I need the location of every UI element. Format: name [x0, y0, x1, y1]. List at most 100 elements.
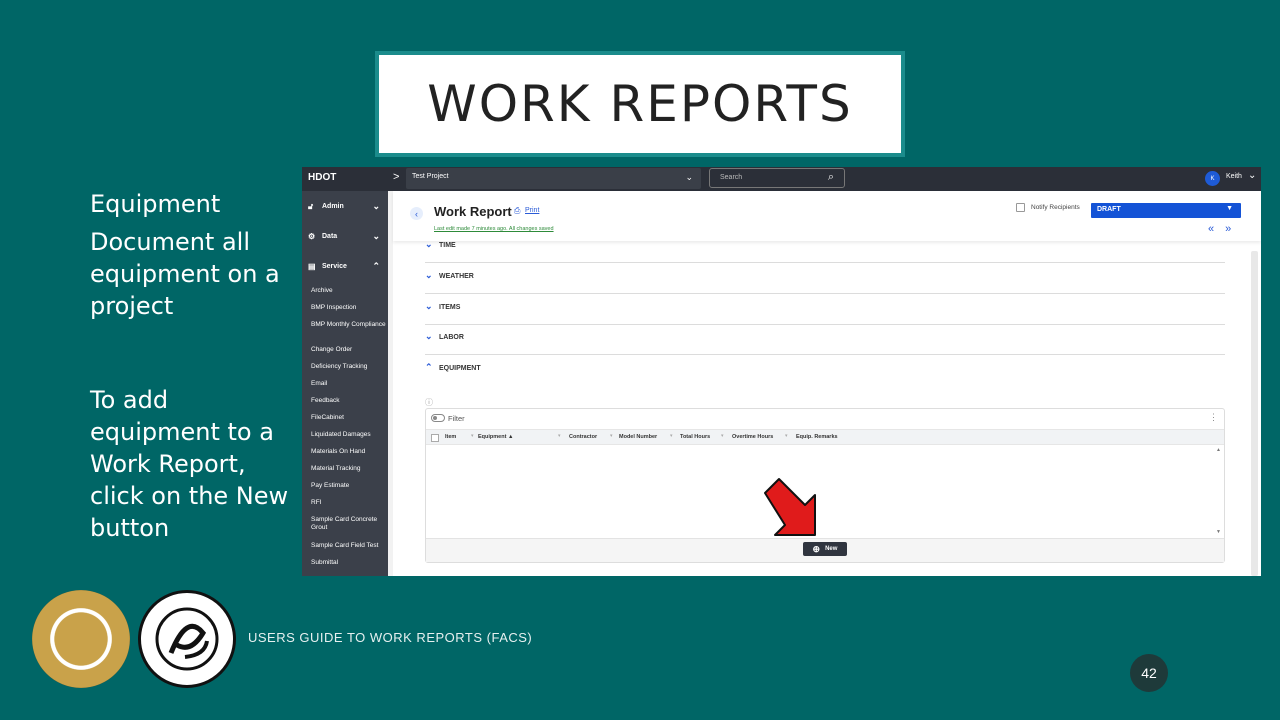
sidebar-item-bmp-inspection[interactable]: BMP Inspection — [311, 304, 386, 312]
section-label: ITEMS — [439, 304, 461, 311]
column-menu-icon[interactable]: ▾ — [785, 433, 788, 439]
scroll-down-icon[interactable]: ▼ — [1216, 529, 1221, 535]
search-icon[interactable]: ⌕ — [828, 171, 834, 184]
section-label: LABOR — [439, 334, 464, 341]
sidebar-section-admin[interactable]: 🔓︎ Admin ⌄ — [302, 193, 388, 223]
dot-seal-logo — [138, 590, 236, 688]
column-contractor[interactable]: Contractor — [569, 434, 597, 440]
sidebar-item-liquidated-damages[interactable]: Liquidated Damages — [311, 431, 386, 439]
scroll-up-icon[interactable]: ▲ — [1216, 447, 1221, 453]
grid-header: Item ▾ Equipment ▲ ▾ Contractor ▾ Model … — [426, 429, 1224, 445]
equipment-grid: Filter ⋮ Item ▾ Equipment ▲ ▾ Contractor… — [425, 408, 1225, 563]
work-report-header: ‹ Work Report ⎙ Print Last edit made 7 m… — [393, 191, 1261, 241]
sidebar: 🔓︎ Admin ⌄ ⚙ Data ⌄ ▤ Service ⌃ Archive … — [302, 191, 388, 576]
sidebar-item-material-tracking[interactable]: Material Tracking — [311, 465, 386, 473]
sidebar-item-materials-on-hand[interactable]: Materials On Hand — [311, 448, 386, 456]
section-items[interactable]: ⌄ ITEMS — [425, 295, 1225, 325]
search-input[interactable]: Search ⌕ — [709, 168, 845, 188]
column-menu-icon[interactable]: ▾ — [558, 433, 561, 439]
column-overtime-hours[interactable]: Overtime Hours — [732, 434, 773, 440]
back-button[interactable]: ‹ — [410, 207, 423, 220]
column-menu-icon[interactable]: ▾ — [471, 433, 474, 439]
status-value: DRAFT — [1097, 206, 1121, 213]
chevron-right-icon[interactable]: > — [393, 171, 399, 183]
select-all-checkbox[interactable] — [431, 434, 439, 442]
info-icon[interactable]: ⓘ — [425, 397, 433, 408]
section-equipment[interactable]: ⌃ EQUIPMENT — [425, 356, 1225, 386]
section-label: WEATHER — [439, 273, 474, 280]
sidebar-item-sample-card-concrete[interactable]: Sample Card Concrete Grout — [311, 516, 386, 532]
new-button[interactable]: ⊕ New — [803, 542, 847, 556]
caret-down-icon: ▼ — [1226, 205, 1233, 212]
new-button-label: New — [825, 546, 838, 552]
page-number: 42 — [1130, 654, 1168, 692]
filter-label: Filter — [448, 414, 465, 423]
sidebar-item-feedback[interactable]: Feedback — [311, 397, 386, 405]
sidebar-item-email[interactable]: Email — [311, 380, 386, 388]
sidebar-item-deficiency-tracking[interactable]: Deficiency Tracking — [311, 363, 386, 371]
column-item[interactable]: Item — [445, 434, 456, 440]
main-scrollbar[interactable] — [1251, 251, 1258, 576]
column-menu-icon[interactable]: ▾ — [721, 433, 724, 439]
chevron-down-icon: ⌄ — [425, 241, 433, 249]
lock-icon: 🔓︎ — [308, 202, 314, 211]
column-equip-remarks[interactable]: Equip. Remarks — [796, 434, 838, 440]
chevron-down-icon[interactable]: ⌄ — [1248, 170, 1256, 181]
filter-toggle[interactable] — [431, 414, 445, 422]
grid-scrollbar[interactable]: ▲ ▼ — [1216, 447, 1222, 535]
main-panel: ‹ Work Report ⎙ Print Last edit made 7 m… — [393, 191, 1261, 576]
sidebar-item-sample-card-field[interactable]: Sample Card Field Test — [311, 542, 386, 550]
work-report-body: ⌄ TIME ⌄ WEATHER ⌄ ITEMS ⌄ LABOR ⌃ EQUIP… — [393, 241, 1261, 576]
column-menu-icon[interactable]: ▾ — [610, 433, 613, 439]
section-label: EQUIPMENT — [439, 365, 481, 372]
avatar[interactable]: K — [1205, 171, 1220, 186]
sidebar-item-filecabinet[interactable]: FileCabinet — [311, 414, 386, 422]
chevron-down-icon: ⌄ — [425, 331, 433, 341]
section-labor[interactable]: ⌄ LABOR — [425, 325, 1225, 355]
document-icon: ▤ — [308, 262, 316, 271]
project-select[interactable]: Test Project ⌄ — [406, 168, 701, 189]
column-menu-icon[interactable]: ▾ — [670, 433, 673, 439]
slide-instruction: To add equipment to a Work Report, click… — [90, 386, 289, 542]
page-title: Work Report — [434, 204, 512, 219]
notify-label: Notify Recipients — [1031, 204, 1080, 211]
slide-description: Document all equipment on a project — [90, 228, 280, 320]
sidebar-item-archive[interactable]: Archive — [311, 287, 386, 295]
section-time[interactable]: ⌄ TIME — [425, 241, 1225, 263]
slide-text: Equipment Document all equipment on a pr… — [90, 188, 300, 550]
sidebar-section-service[interactable]: ▤ Service ⌃ — [302, 253, 388, 283]
pager-arrows[interactable]: « » — [1208, 223, 1235, 235]
user-name[interactable]: Keith — [1226, 173, 1242, 180]
status-select[interactable]: DRAFT ▼ — [1091, 203, 1241, 218]
sidebar-item-bmp-monthly[interactable]: BMP Monthly Compliance — [311, 321, 386, 329]
column-equipment[interactable]: Equipment ▲ — [478, 434, 513, 440]
column-total-hours[interactable]: Total Hours — [680, 434, 710, 440]
slide-title: WORK REPORTS — [427, 75, 853, 133]
sidebar-section-label: Admin — [322, 203, 344, 210]
red-arrow-icon — [764, 478, 816, 536]
print-link[interactable]: Print — [525, 207, 539, 214]
section-weather[interactable]: ⌄ WEATHER — [425, 264, 1225, 294]
more-options-icon[interactable]: ⋮ — [1209, 412, 1218, 423]
sidebar-item-change-order[interactable]: Change Order — [311, 346, 386, 354]
sidebar-item-rfi[interactable]: RFI — [311, 499, 386, 507]
search-placeholder: Search — [720, 174, 743, 181]
notify-checkbox[interactable] — [1016, 203, 1025, 212]
sidebar-section-label: Service — [322, 263, 347, 270]
state-seal-logo — [32, 590, 130, 688]
printer-icon[interactable]: ⎙ — [514, 206, 520, 216]
last-edit-status: Last edit made 7 minutes ago. All change… — [434, 226, 554, 232]
sidebar-item-pay-estimate[interactable]: Pay Estimate — [311, 482, 386, 490]
slide-title-box: WORK REPORTS — [375, 51, 905, 157]
column-model-number[interactable]: Model Number — [619, 434, 657, 440]
chevron-up-icon: ⌃ — [372, 261, 380, 271]
sidebar-item-submittal[interactable]: Submittal — [311, 559, 386, 567]
plus-circle-icon: ⊕ — [812, 543, 821, 554]
section-label: TIME — [439, 242, 456, 249]
chevron-down-icon: ⌄ — [372, 201, 380, 211]
gears-icon: ⚙ — [308, 232, 316, 241]
sidebar-section-data[interactable]: ⚙ Data ⌄ — [302, 223, 388, 253]
brand-logo[interactable]: HDOT — [308, 172, 336, 183]
footer-text: USERS GUIDE TO WORK REPORTS (FACS) — [248, 630, 533, 645]
chevron-down-icon: ⌄ — [372, 231, 380, 241]
